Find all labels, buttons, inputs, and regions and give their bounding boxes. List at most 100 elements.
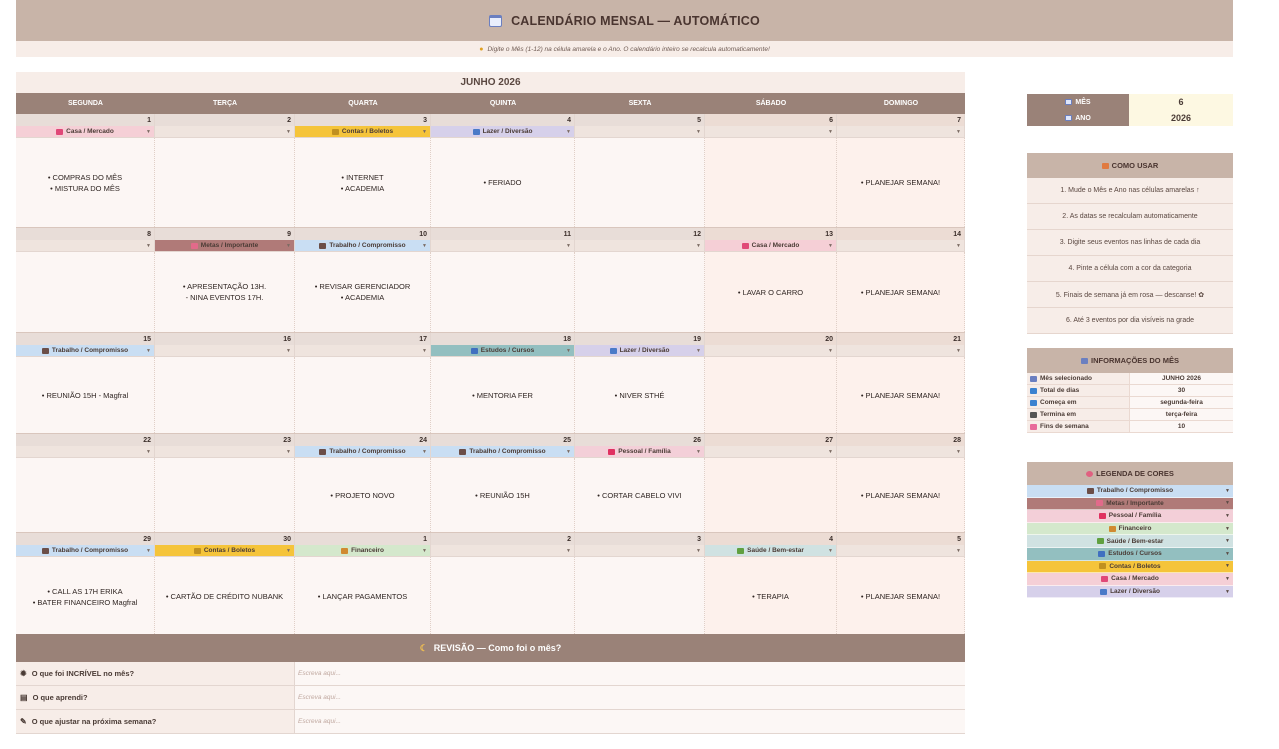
day-events[interactable]	[155, 458, 295, 532]
category-dropdown[interactable]: ▼	[295, 345, 431, 357]
category-dropdown[interactable]: Saúde / Bem-estar ▼	[705, 545, 837, 557]
category-dropdown[interactable]: Contas / Boletos ▼	[295, 126, 431, 138]
category-dropdown[interactable]: ▼	[837, 446, 965, 458]
category-dropdown[interactable]: ▼	[431, 240, 575, 252]
category-dropdown[interactable]: Contas / Boletos ▼	[155, 545, 295, 557]
day-events[interactable]: • PLANEJAR SEMANA!	[837, 458, 965, 532]
chevron-down-icon[interactable]: ▼	[1225, 589, 1230, 595]
day-events[interactable]: • APRESENTAÇÃO 13H. - NINA EVENTOS 17H.	[155, 252, 295, 332]
chevron-down-icon[interactable]: ▼	[422, 348, 427, 354]
day-events[interactable]	[295, 357, 431, 433]
chevron-down-icon[interactable]: ▼	[828, 548, 833, 554]
chevron-down-icon[interactable]: ▼	[566, 243, 571, 249]
category-dropdown[interactable]: Estudos / Cursos ▼	[431, 345, 575, 357]
year-input[interactable]: 2026	[1129, 110, 1233, 126]
chevron-down-icon[interactable]: ▼	[956, 243, 961, 249]
chevron-down-icon[interactable]: ▼	[1225, 513, 1230, 519]
day-events[interactable]	[705, 138, 837, 227]
day-events[interactable]: • COMPRAS DO MÊS • MISTURA DO MÊS	[16, 138, 155, 227]
day-events[interactable]	[705, 357, 837, 433]
category-dropdown[interactable]: ▼	[575, 240, 705, 252]
day-events[interactable]: • PLANEJAR SEMANA!	[837, 357, 965, 433]
chevron-down-icon[interactable]: ▼	[566, 129, 571, 135]
day-events[interactable]: • PLANEJAR SEMANA!	[837, 252, 965, 332]
day-events[interactable]: • LAVAR O CARRO	[705, 252, 837, 332]
day-events[interactable]: • MENTORIA FER	[431, 357, 575, 433]
day-events[interactable]: • INTERNET • ACADEMIA	[295, 138, 431, 227]
chevron-down-icon[interactable]: ▼	[696, 243, 701, 249]
day-events[interactable]: • TERAPIA	[705, 557, 837, 636]
category-dropdown[interactable]: ▼	[705, 446, 837, 458]
category-dropdown[interactable]: ▼	[155, 446, 295, 458]
category-dropdown[interactable]: Lazer / Diversão ▼	[575, 345, 705, 357]
chevron-down-icon[interactable]: ▼	[146, 243, 151, 249]
day-events[interactable]	[155, 138, 295, 227]
legend-item[interactable]: Trabalho / Compromisso ▼	[1027, 485, 1233, 498]
category-dropdown[interactable]: Trabalho / Compromisso ▼	[295, 240, 431, 252]
chevron-down-icon[interactable]: ▼	[566, 548, 571, 554]
category-dropdown[interactable]: ▼	[575, 126, 705, 138]
category-dropdown[interactable]: ▼	[16, 446, 155, 458]
day-events[interactable]: • NIVER STHÉ	[575, 357, 705, 433]
chevron-down-icon[interactable]: ▼	[696, 548, 701, 554]
day-events[interactable]: • PROJETO NOVO	[295, 458, 431, 532]
legend-item[interactable]: Contas / Boletos ▼	[1027, 560, 1233, 574]
day-events[interactable]: • REUNIÃO 15H - Magfral	[16, 357, 155, 433]
category-dropdown[interactable]: ▼	[575, 545, 705, 557]
chevron-down-icon[interactable]: ▼	[828, 449, 833, 455]
chevron-down-icon[interactable]: ▼	[566, 449, 571, 455]
day-events[interactable]: • PLANEJAR SEMANA!	[837, 138, 965, 227]
day-events[interactable]	[431, 252, 575, 332]
chevron-down-icon[interactable]: ▼	[828, 129, 833, 135]
chevron-down-icon[interactable]: ▼	[1225, 551, 1230, 557]
legend-item[interactable]: Lazer / Diversão ▼	[1027, 585, 1233, 599]
category-dropdown[interactable]: Trabalho / Compromisso ▼	[16, 345, 155, 357]
category-dropdown[interactable]: ▼	[155, 126, 295, 138]
chevron-down-icon[interactable]: ▼	[956, 449, 961, 455]
category-dropdown[interactable]: Casa / Mercado ▼	[705, 240, 837, 252]
chevron-down-icon[interactable]: ▼	[1225, 500, 1230, 506]
day-events[interactable]: • LANÇAR PAGAMENTOS	[295, 557, 431, 636]
category-dropdown[interactable]: Casa / Mercado ▼	[16, 126, 155, 138]
category-dropdown[interactable]: ▼	[837, 545, 965, 557]
legend-item[interactable]: Saúde / Bem-estar ▼	[1027, 535, 1233, 548]
chevron-down-icon[interactable]: ▼	[828, 243, 833, 249]
chevron-down-icon[interactable]: ▼	[422, 243, 427, 249]
category-dropdown[interactable]: ▼	[705, 126, 837, 138]
day-events[interactable]: • CORTAR CABELO VIVI	[575, 458, 705, 532]
chevron-down-icon[interactable]: ▼	[146, 548, 151, 554]
chevron-down-icon[interactable]: ▼	[1225, 488, 1230, 494]
legend-item[interactable]: Casa / Mercado ▼	[1027, 573, 1233, 586]
chevron-down-icon[interactable]: ▼	[286, 449, 291, 455]
category-dropdown[interactable]: ▼	[155, 345, 295, 357]
day-events[interactable]	[155, 357, 295, 433]
chevron-down-icon[interactable]: ▼	[1225, 526, 1230, 532]
legend-item[interactable]: Pessoal / Família ▼	[1027, 510, 1233, 523]
chevron-down-icon[interactable]: ▼	[1225, 576, 1230, 582]
legend-item[interactable]: Financeiro ▼	[1027, 522, 1233, 536]
legend-item[interactable]: Metas / Importante ▼	[1027, 497, 1233, 511]
chevron-down-icon[interactable]: ▼	[956, 348, 961, 354]
day-events[interactable]	[575, 557, 705, 636]
chevron-down-icon[interactable]: ▼	[146, 348, 151, 354]
category-dropdown[interactable]: ▼	[431, 545, 575, 557]
chevron-down-icon[interactable]: ▼	[696, 449, 701, 455]
category-dropdown[interactable]: Lazer / Diversão ▼	[431, 126, 575, 138]
day-events[interactable]	[705, 458, 837, 532]
day-events[interactable]: • CALL AS 17H ERIKA • BATER FINANCEIRO Ma…	[16, 557, 155, 636]
chevron-down-icon[interactable]: ▼	[1225, 563, 1230, 569]
review-answer-input[interactable]: Escreva aqui...	[295, 662, 965, 685]
category-dropdown[interactable]: Trabalho / Compromisso ▼	[295, 446, 431, 458]
category-dropdown[interactable]: Metas / Importante ▼	[155, 240, 295, 252]
chevron-down-icon[interactable]: ▼	[146, 449, 151, 455]
chevron-down-icon[interactable]: ▼	[422, 548, 427, 554]
day-events[interactable]: • REUNIÃO 15H	[431, 458, 575, 532]
month-input[interactable]: 6	[1129, 94, 1233, 110]
day-events[interactable]	[575, 252, 705, 332]
review-answer-input[interactable]: Escreva aqui...	[295, 710, 965, 733]
category-dropdown[interactable]: ▼	[837, 126, 965, 138]
category-dropdown[interactable]: Trabalho / Compromisso ▼	[16, 545, 155, 557]
day-events[interactable]	[16, 252, 155, 332]
chevron-down-icon[interactable]: ▼	[286, 548, 291, 554]
day-events[interactable]	[16, 458, 155, 532]
